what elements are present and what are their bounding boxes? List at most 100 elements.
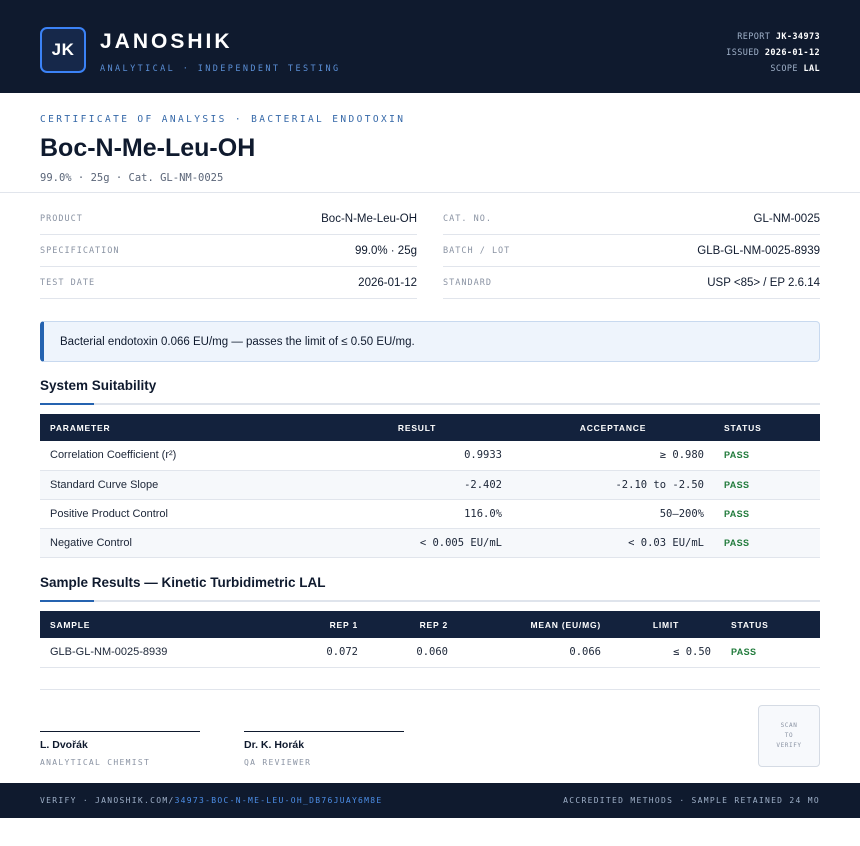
- sample-results-table: SAMPLE REP 1 REP 2 MEAN (EU/MG) LIMIT ST…: [40, 611, 820, 668]
- qr-text-line: TO: [784, 732, 794, 739]
- info-row-test-date: TEST DATE 2026-01-12: [40, 267, 417, 299]
- section-rule: [40, 600, 820, 602]
- signature-block-chemist: L. Dvořák ANALYTICAL CHEMIST: [40, 731, 200, 767]
- col-header-limit: LIMIT: [611, 611, 721, 638]
- table-header-row: PARAMETER RESULT ACCEPTANCE STATUS: [40, 414, 820, 441]
- cell-rep1: 0.072: [272, 638, 368, 668]
- qr-code-placeholder[interactable]: SCAN TO VERIFY: [758, 705, 820, 767]
- report-id-label: REPORT: [737, 32, 771, 42]
- cell-status-badge: PASS: [714, 528, 820, 558]
- cell-result: -2.402: [322, 470, 512, 500]
- info-column-left: PRODUCT Boc-N-Me-Leu-OH SPECIFICATION 99…: [40, 203, 417, 299]
- table-row: Negative Control < 0.005 EU/mL < 0.03 EU…: [40, 528, 820, 558]
- col-header-parameter: PARAMETER: [40, 414, 322, 441]
- cell-result: 0.9933: [322, 441, 512, 471]
- info-label: STANDARD: [443, 277, 492, 288]
- certificate-kicker: CERTIFICATE OF ANALYSIS · BACTERIAL ENDO…: [40, 114, 406, 125]
- cell-acceptance: 50–200%: [512, 499, 714, 529]
- col-header-acceptance: ACCEPTANCE: [512, 414, 714, 441]
- cell-acceptance: ≥ 0.980: [512, 441, 714, 471]
- cell-result: < 0.005 EU/mL: [322, 528, 512, 558]
- issued-line: ISSUED 2026-01-12: [726, 45, 820, 61]
- signature-name: Dr. K. Horák: [244, 739, 305, 751]
- table-row: Correlation Coefficient (r²) 0.9933 ≥ 0.…: [40, 441, 820, 471]
- info-label: BATCH / LOT: [443, 245, 511, 256]
- report-footer: VERIFY · JANOSHIK.COM/34973-BOC-N-ME-LEU…: [0, 783, 860, 818]
- table-row: Positive Product Control 116.0% 50–200% …: [40, 499, 820, 529]
- col-header-mean: MEAN (EU/MG): [458, 611, 611, 638]
- scope-line: SCOPE LAL: [726, 61, 820, 77]
- brand-tagline: ANALYTICAL · INDEPENDENT TESTING: [100, 64, 341, 74]
- cell-result: 116.0%: [322, 499, 512, 529]
- cell-parameter: Standard Curve Slope: [40, 470, 322, 500]
- brand-name: JANOSHIK: [100, 30, 233, 53]
- cell-status-badge: PASS: [714, 441, 820, 471]
- table-row: Standard Curve Slope -2.402 -2.10 to -2.…: [40, 470, 820, 500]
- info-value: GL-NM-0025: [753, 212, 820, 225]
- col-header-sample: SAMPLE: [40, 611, 272, 638]
- section-rule-accent: [40, 403, 94, 405]
- issued-value: 2026-01-12: [764, 48, 820, 58]
- report-meta: REPORT JK-34973 ISSUED 2026-01-12 SCOPE …: [726, 29, 820, 77]
- col-header-rep2: REP 2: [368, 611, 458, 638]
- verify-prefix: VERIFY · JANOSHIK.COM/: [40, 796, 175, 805]
- qr-text-line: SCAN: [780, 722, 798, 729]
- info-row-standard: STANDARD USP <85> / EP 2.6.14: [443, 267, 820, 299]
- section-rule-accent: [40, 600, 94, 602]
- signature-name: L. Dvořák: [40, 739, 88, 751]
- signature-role: ANALYTICAL CHEMIST: [40, 758, 151, 767]
- report-header: JK JANOSHIK ANALYTICAL · INDEPENDENT TES…: [0, 0, 860, 93]
- cell-parameter: Negative Control: [40, 528, 322, 558]
- cell-status-badge: PASS: [714, 499, 820, 529]
- info-row-specification: SPECIFICATION 99.0% · 25g: [40, 235, 417, 267]
- cell-acceptance: -2.10 to -2.50: [512, 470, 714, 500]
- info-label: SPECIFICATION: [40, 245, 120, 256]
- cell-parameter: Correlation Coefficient (r²): [40, 441, 322, 471]
- brand-logo: JK: [40, 27, 86, 73]
- col-header-status: STATUS: [714, 414, 820, 441]
- title-divider: [0, 192, 860, 193]
- cell-parameter: Positive Product Control: [40, 499, 322, 529]
- section-title-sample-results: Sample Results — Kinetic Turbidimetric L…: [40, 575, 326, 590]
- system-suitability-table: PARAMETER RESULT ACCEPTANCE STATUS Corre…: [40, 414, 820, 558]
- cell-rep2: 0.060: [368, 638, 458, 668]
- info-value: 2026-01-12: [358, 276, 417, 289]
- result-summary-callout: Bacterial endotoxin 0.066 EU/mg — passes…: [40, 321, 820, 362]
- info-label: TEST DATE: [40, 277, 96, 288]
- col-header-result: RESULT: [322, 414, 512, 441]
- scope-value: LAL: [803, 64, 820, 74]
- cell-status-badge: PASS: [721, 638, 820, 668]
- report-id-line: REPORT JK-34973: [726, 29, 820, 45]
- table-header-row: SAMPLE REP 1 REP 2 MEAN (EU/MG) LIMIT ST…: [40, 611, 820, 638]
- report-id-value: JK-34973: [775, 32, 820, 42]
- cell-status-badge: PASS: [714, 470, 820, 500]
- info-value: GLB-GL-NM-0025-8939: [697, 244, 820, 257]
- qr-text-line: VERIFY: [776, 742, 802, 749]
- info-row-cat-no: CAT. NO. GL-NM-0025: [443, 203, 820, 235]
- certificate-subtitle: 99.0% · 25g · Cat. GL-NM-0025: [40, 172, 224, 184]
- info-value: 99.0% · 25g: [354, 244, 417, 257]
- col-header-status: STATUS: [721, 611, 820, 638]
- section-title-system-suitability: System Suitability: [40, 378, 157, 393]
- info-column-right: CAT. NO. GL-NM-0025 BATCH / LOT GLB-GL-N…: [443, 203, 820, 299]
- cell-sample: GLB-GL-NM-0025-8939: [40, 638, 272, 668]
- issued-label: ISSUED: [726, 48, 760, 58]
- col-header-rep1: REP 1: [272, 611, 368, 638]
- signature-divider: [40, 689, 820, 690]
- footer-note: ACCREDITED METHODS · SAMPLE RETAINED 24 …: [563, 796, 820, 805]
- section-rule: [40, 403, 820, 405]
- table-row: GLB-GL-NM-0025-8939 0.072 0.060 0.066 ≤ …: [40, 638, 820, 668]
- signature-block-reviewer: Dr. K. Horák QA REVIEWER: [244, 731, 404, 767]
- info-row-product: PRODUCT Boc-N-Me-Leu-OH: [40, 203, 417, 235]
- cell-mean: 0.066: [458, 638, 611, 668]
- info-label: CAT. NO.: [443, 213, 492, 224]
- info-value: Boc-N-Me-Leu-OH: [321, 212, 417, 225]
- cell-limit: ≤ 0.50: [611, 638, 721, 668]
- verify-line: VERIFY · JANOSHIK.COM/34973-BOC-N-ME-LEU…: [40, 796, 383, 805]
- verify-link[interactable]: 34973-BOC-N-ME-LEU-OH_DB76JUAY6M8E: [175, 796, 383, 805]
- info-label: PRODUCT: [40, 213, 83, 224]
- scope-label: SCOPE: [770, 64, 798, 74]
- cell-acceptance: < 0.03 EU/mL: [512, 528, 714, 558]
- info-value: USP <85> / EP 2.6.14: [707, 276, 820, 289]
- info-row-batch-lot: BATCH / LOT GLB-GL-NM-0025-8939: [443, 235, 820, 267]
